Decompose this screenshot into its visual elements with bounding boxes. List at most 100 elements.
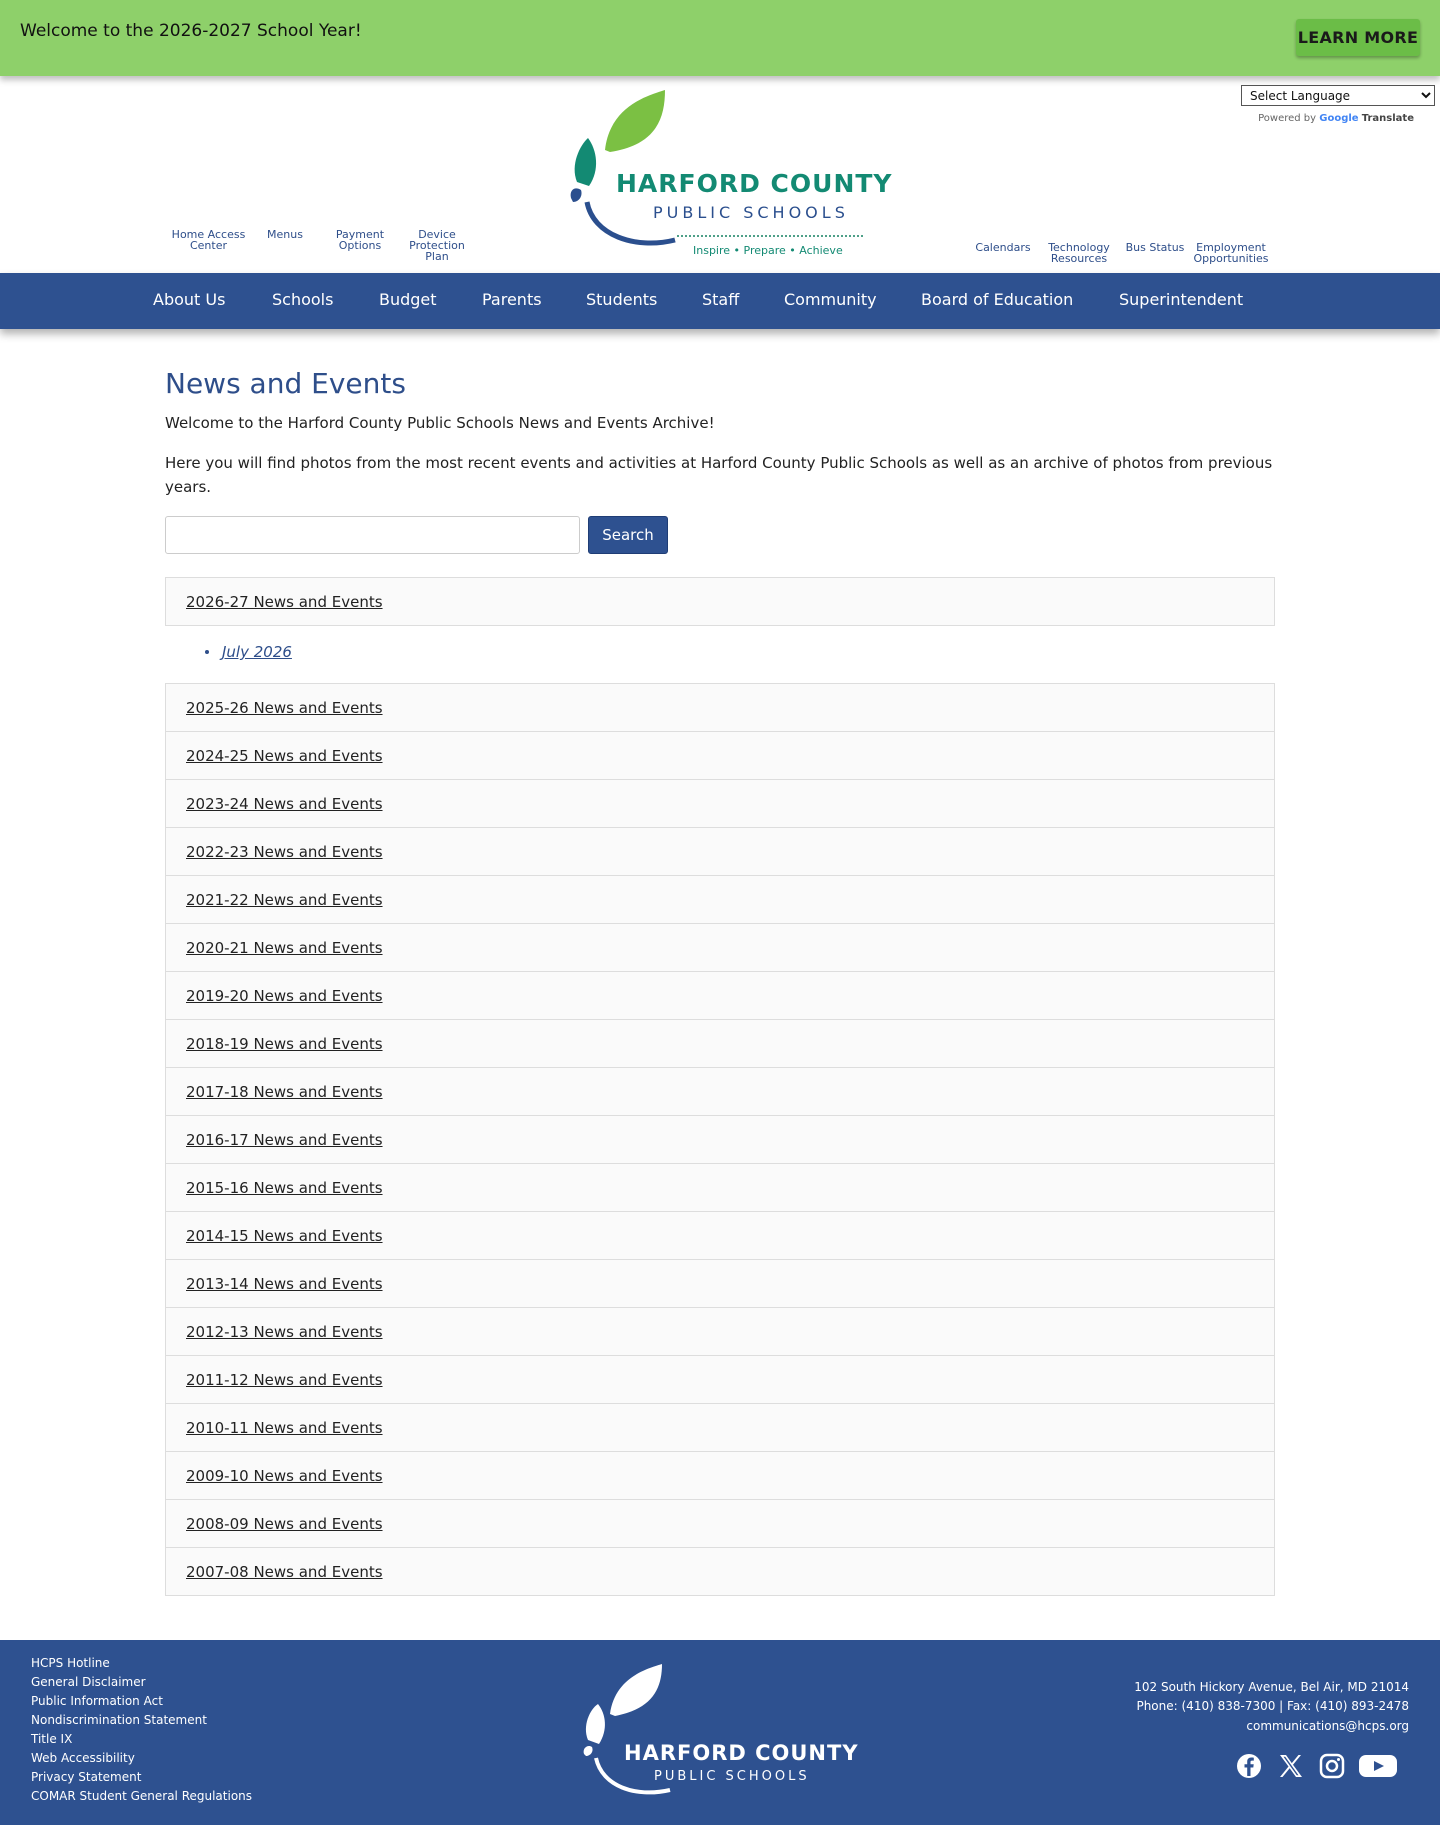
footer-link[interactable]: COMAR Student General Regulations (31, 1789, 252, 1803)
accordion-item[interactable]: 2023-24 News and Events (165, 779, 1275, 828)
x-icon[interactable] (1277, 1752, 1305, 1780)
accordion-item[interactable]: 2018-19 News and Events (165, 1019, 1275, 1068)
accordion-item[interactable]: 2020-21 News and Events (165, 923, 1275, 972)
accordion-link[interactable]: 2011-12 News and Events (186, 1371, 383, 1389)
accordion-link[interactable]: 2025-26 News and Events (186, 699, 383, 717)
accordion-link[interactable]: 2016-17 News and Events (186, 1131, 383, 1149)
footer-logo-subtitle: PUBLIC SCHOOLS (654, 1769, 810, 1784)
accordion-item[interactable]: 2025-26 News and Events (165, 683, 1275, 732)
nav-superintendent[interactable]: Superintendent (1119, 290, 1243, 309)
logo-subtitle: PUBLIC SCHOOLS (653, 203, 849, 222)
site-footer: HCPS Hotline General Disclaimer Public I… (0, 1640, 1440, 1825)
util-technology-resources[interactable]: Technology Resources (1042, 242, 1116, 264)
nav-community[interactable]: Community (784, 290, 877, 309)
powered-by-google: Powered by Google Translate (1240, 113, 1414, 124)
accordion-item[interactable]: 2015-16 News and Events (165, 1163, 1275, 1212)
util-calendars[interactable]: Calendars (968, 242, 1038, 253)
accordion-item[interactable]: 2017-18 News and Events (165, 1067, 1275, 1116)
accordion-link[interactable]: 2014-15 News and Events (186, 1227, 383, 1245)
util-line: Center (189, 239, 228, 252)
util-line: Menus (267, 228, 303, 241)
logo-tagline: Inspire • Prepare • Achieve (693, 244, 843, 257)
accordion-item[interactable]: 2024-25 News and Events (165, 731, 1275, 780)
nav-about-us[interactable]: About Us (153, 290, 225, 309)
accordion-link[interactable]: 2023-24 News and Events (186, 795, 383, 813)
util-menus[interactable]: Menus (260, 229, 310, 240)
accordion-link[interactable]: 2012-13 News and Events (186, 1323, 383, 1341)
footer-link[interactable]: Nondiscrimination Statement (31, 1713, 207, 1727)
translate-link[interactable]: Translate (1362, 113, 1414, 124)
accordion-link[interactable]: 2010-11 News and Events (186, 1419, 383, 1437)
accordion-link[interactable]: 2009-10 News and Events (186, 1467, 383, 1485)
nav-schools[interactable]: Schools (272, 290, 333, 309)
util-line: Resources (1050, 252, 1108, 265)
util-line: Opportunities (1193, 252, 1269, 265)
util-home-access-center[interactable]: Home Access Center (166, 229, 251, 251)
footer-link[interactable]: General Disclaimer (31, 1675, 146, 1689)
accordion-link[interactable]: 2022-23 News and Events (186, 843, 383, 861)
search-input[interactable] (165, 516, 580, 554)
footer-link[interactable]: Privacy Statement (31, 1770, 141, 1784)
month-link[interactable]: July 2026 (222, 643, 292, 661)
accordion-item[interactable]: 2021-22 News and Events (165, 875, 1275, 924)
accordion-link[interactable]: 2021-22 News and Events (186, 891, 383, 909)
footer-link[interactable]: Web Accessibility (31, 1751, 135, 1765)
accordion-item[interactable]: 2016-17 News and Events (165, 1115, 1275, 1164)
util-line: Plan (425, 250, 449, 263)
youtube-icon[interactable] (1358, 1752, 1398, 1780)
accordion-link[interactable]: 2008-09 News and Events (186, 1515, 383, 1533)
bullet-icon (205, 650, 209, 654)
footer-address: 102 South Hickory Avenue, Bel Air, MD 21… (1134, 1680, 1409, 1694)
main-nav: About Us Schools Budget Parents Students… (0, 273, 1440, 329)
nav-parents[interactable]: Parents (482, 290, 542, 309)
instagram-icon[interactable] (1318, 1752, 1346, 1780)
facebook-icon[interactable] (1235, 1752, 1263, 1780)
accordion-item[interactable]: 2007-08 News and Events (165, 1547, 1275, 1596)
accordion-item[interactable]: 2011-12 News and Events (165, 1355, 1275, 1404)
logo-divider (677, 235, 863, 237)
nav-staff[interactable]: Staff (702, 290, 739, 309)
accordion-link[interactable]: 2019-20 News and Events (186, 987, 383, 1005)
accordion-item[interactable]: 2019-20 News and Events (165, 971, 1275, 1020)
accordion-item[interactable]: 2012-13 News and Events (165, 1307, 1275, 1356)
search-button[interactable]: Search (588, 516, 668, 554)
accordion-link[interactable]: 2024-25 News and Events (186, 747, 383, 765)
footer-link[interactable]: Title IX (31, 1732, 72, 1746)
accordion-panel: July 2026 (165, 626, 1275, 684)
accordion-link[interactable]: 2026-27 News and Events (186, 593, 383, 611)
nav-students[interactable]: Students (586, 290, 657, 309)
util-line: Bus Status (1125, 241, 1185, 254)
intro-description: Here you will find photos from the most … (165, 454, 1273, 496)
news-accordion: 2026-27 News and Events July 2026 2025-2… (165, 577, 1275, 1596)
accordion-link[interactable]: 2015-16 News and Events (186, 1179, 383, 1197)
accordion-item[interactable]: 2009-10 News and Events (165, 1451, 1275, 1500)
footer-logo-title: HARFORD COUNTY (624, 1741, 859, 1765)
page-title: News and Events (165, 367, 406, 400)
util-bus-status[interactable]: Bus Status (1122, 242, 1188, 253)
site-header: Select Language Powered by Google Transl… (0, 76, 1440, 273)
accordion-link[interactable]: 2020-21 News and Events (186, 939, 383, 957)
accordion-item[interactable]: 2010-11 News and Events (165, 1403, 1275, 1452)
alert-text: Welcome to the 2026-2027 School Year! (20, 21, 362, 41)
accordion-item[interactable]: 2022-23 News and Events (165, 827, 1275, 876)
accordion-item[interactable]: 2026-27 News and Events (165, 577, 1275, 626)
nav-budget[interactable]: Budget (379, 290, 437, 309)
accordion-item[interactable]: 2008-09 News and Events (165, 1499, 1275, 1548)
accordion-item[interactable]: 2013-14 News and Events (165, 1259, 1275, 1308)
accordion-item[interactable]: 2014-15 News and Events (165, 1211, 1275, 1260)
util-line: Calendars (975, 241, 1031, 254)
accordion-link[interactable]: 2013-14 News and Events (186, 1275, 383, 1293)
footer-link[interactable]: Public Information Act (31, 1694, 163, 1708)
language-select[interactable]: Select Language (1241, 85, 1435, 106)
footer-phone: Phone: (410) 838-7300 | Fax: (410) 893-2… (1136, 1699, 1409, 1713)
learn-more-button[interactable]: LEARN MORE (1296, 19, 1420, 56)
accordion-link[interactable]: 2007-08 News and Events (186, 1563, 383, 1581)
footer-email[interactable]: communications@hcps.org (1246, 1719, 1409, 1733)
accordion-link[interactable]: 2018-19 News and Events (186, 1035, 383, 1053)
footer-link[interactable]: HCPS Hotline (31, 1656, 110, 1670)
util-device-protection-plan[interactable]: Device Protection Plan (402, 229, 472, 262)
util-employment-opportunities[interactable]: Employment Opportunities (1190, 242, 1272, 264)
nav-board-of-education[interactable]: Board of Education (921, 290, 1073, 309)
accordion-link[interactable]: 2017-18 News and Events (186, 1083, 383, 1101)
util-payment-options[interactable]: Payment Options (330, 229, 390, 251)
